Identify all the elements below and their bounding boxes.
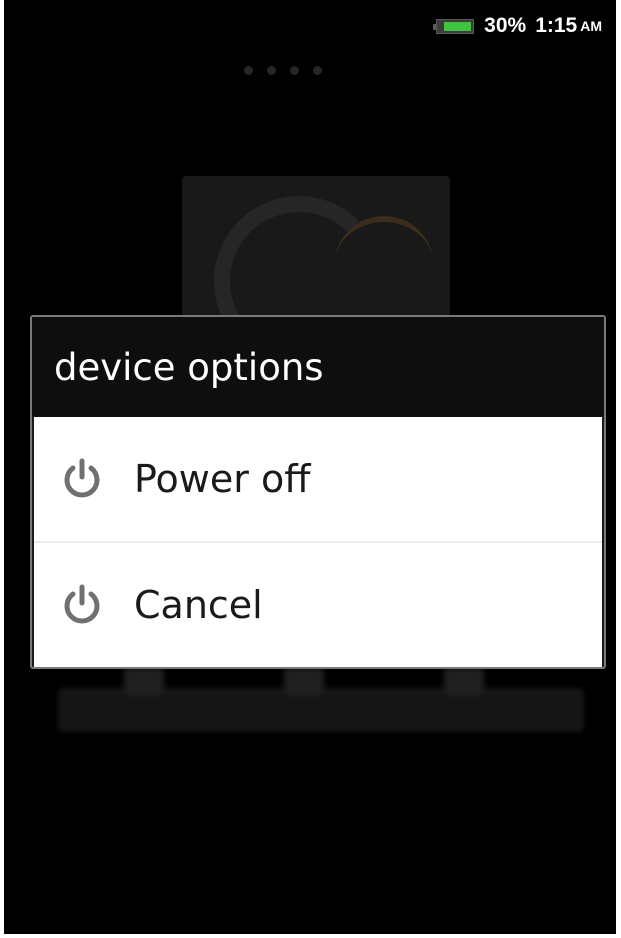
battery-level-fill [444,21,472,31]
status-bar: 30% 1:15 AM [4,0,616,52]
battery-percentage: 30% [484,14,527,37]
battery-icon [433,18,475,34]
power-off-option[interactable]: Power off [34,417,602,541]
dock-icon [124,668,164,696]
cancel-option[interactable]: Cancel [34,543,602,667]
clock-time: 1:15 [535,14,578,37]
page-indicator-dots [244,66,322,75]
power-off-label: Power off [134,457,311,501]
dock-icon [284,668,324,696]
cancel-label: Cancel [134,583,263,627]
clock-ampm: AM [580,18,602,34]
dock-icon [444,668,484,696]
power-icon [60,457,104,501]
device-options-dialog: device options Power off Cancel [30,315,606,669]
phone-screen: 30% 1:15 AM device options Power off Can… [4,0,616,934]
dialog-options-list: Power off Cancel [34,417,602,667]
dialog-title: device options [32,317,604,417]
power-icon [60,583,104,627]
